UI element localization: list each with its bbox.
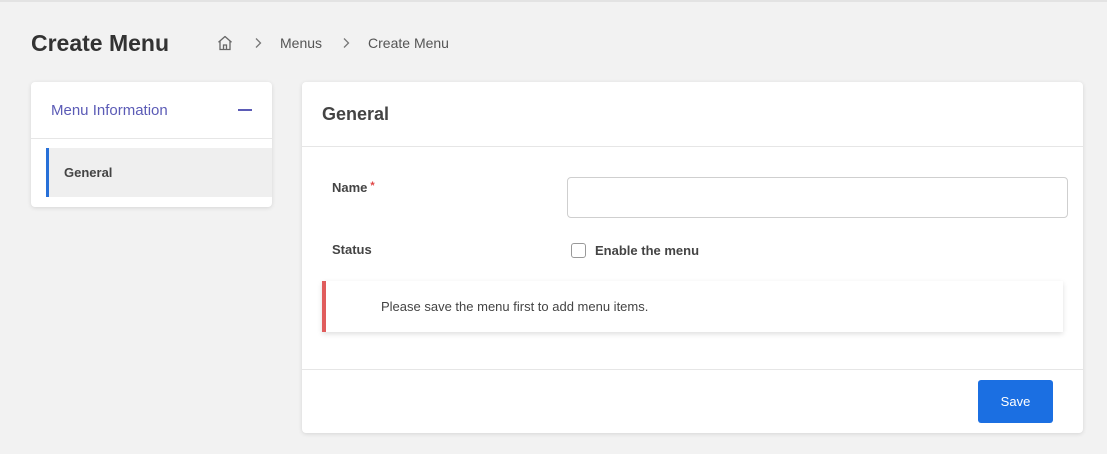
name-label-text: Name [332, 180, 368, 195]
sidebar-item-label: General [64, 165, 113, 180]
breadcrumb: Menus Create Menu [216, 34, 449, 52]
home-icon[interactable] [216, 34, 234, 52]
sidebar-item-general[interactable]: General [46, 148, 272, 197]
footer-divider [302, 369, 1083, 370]
top-divider [0, 0, 1107, 2]
status-label: Status [332, 242, 372, 257]
name-input[interactable] [567, 177, 1068, 218]
menu-information-panel: Menu Information General [31, 82, 272, 207]
card-header: General [302, 82, 1083, 147]
enable-menu-label[interactable]: Enable the menu [595, 243, 699, 258]
general-form-card: General Name * Status Enable the menu Ple… [302, 82, 1083, 433]
info-notice: Please save the menu first to add menu i… [322, 281, 1063, 332]
panel-title: Menu Information [51, 101, 168, 119]
enable-menu-checkbox[interactable] [571, 243, 586, 258]
chevron-right-icon [340, 37, 352, 49]
name-label: Name * [332, 180, 375, 195]
page-title: Create Menu [31, 30, 170, 56]
breadcrumb-menus[interactable]: Menus [280, 35, 322, 51]
notice-text: Please save the menu first to add menu i… [381, 299, 649, 314]
enable-menu-row: Enable the menu [571, 243, 699, 258]
section-title: General [322, 103, 390, 124]
minus-icon[interactable] [238, 103, 252, 117]
required-mark: * [370, 180, 375, 192]
breadcrumb-current: Create Menu [368, 35, 449, 51]
panel-header: Menu Information [31, 82, 272, 139]
chevron-right-icon [252, 37, 264, 49]
save-button[interactable]: Save [978, 380, 1053, 423]
